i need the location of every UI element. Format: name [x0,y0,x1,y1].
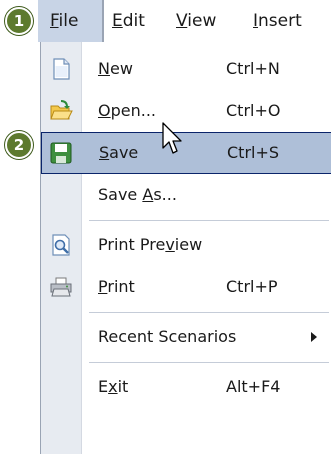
menu-bar: File Edit View Insert [0,0,331,42]
menu-item-exit-label: Exit [98,366,128,408]
menu-view-accesskey: V [176,11,188,31]
menu-item-print-preview-text: Print Pre [98,235,166,254]
step-marker-1: 1 [5,7,33,35]
menu-item-save[interactable]: Save Ctrl+S [41,132,331,174]
menu-item-save-text: ave [109,143,139,162]
menu-item-new-text: ew [109,59,133,78]
menu-item-exit-shortcut: Alt+F4 [226,377,281,396]
menu-item-print-shortcut: Ctrl+P [226,277,278,296]
menu-item-save-as[interactable]: Save As... [41,174,331,216]
menu-item-save-as-label: Save As... [98,174,177,216]
menu-item-save-label: Save [99,132,138,174]
open-folder-icon [50,100,73,120]
menu-file-accesskey: F [50,11,59,31]
menu-item-save-as-text-end: s... [153,185,177,204]
menu-item-open-accesskey: O [98,101,111,120]
menu-file-label: ile [58,11,79,31]
menu-separator [89,220,329,221]
menu-separator [89,312,329,313]
menu-edit-accesskey: E [112,11,123,31]
menu-item-exit[interactable]: Exit Alt+F4 [41,366,331,408]
menu-item-save-as-accesskey: A [142,185,154,204]
menu-item-recent-scenarios[interactable]: Recent Scenarios [41,316,331,358]
printer-icon [50,277,72,297]
menu-item-print-label: Print [98,266,135,308]
menu-edit-label: dit [122,11,145,31]
menu-file[interactable]: File [38,0,104,42]
menu-item-open-text: pen... [110,101,156,120]
menu-item-exit-text-end: it [117,377,129,396]
menu-item-print-accesskey: P [98,277,108,296]
step-marker-2: 2 [5,131,33,159]
menu-separator [89,362,329,363]
menu-item-open-shortcut: Ctrl+O [226,101,281,120]
menu-edit[interactable]: Edit [112,0,145,42]
file-dropdown-menu: New Ctrl+N Open... Ctrl+O Save Ctrl+S Sa… [40,42,331,454]
menu-item-open[interactable]: Open... Ctrl+O [41,90,331,132]
mouse-pointer-icon [162,122,182,154]
menu-item-save-shortcut: Ctrl+S [227,143,280,162]
save-disk-icon [50,142,72,164]
menu-item-print-preview-accesskey: v [165,235,175,254]
menu-item-recent-scenarios-label: Recent Scenarios [98,327,237,346]
menu-item-save-as-text: Save [98,185,143,204]
new-document-icon [53,58,70,80]
menu-item-print[interactable]: Print Ctrl+P [41,266,331,308]
menu-item-new[interactable]: New Ctrl+N [41,48,331,90]
menu-insert-label: nsert [258,11,302,31]
menu-item-exit-text: E [98,377,109,396]
menu-view[interactable]: View [176,0,216,42]
print-preview-icon [52,234,70,256]
menu-item-save-accesskey: S [99,143,110,162]
menu-insert[interactable]: Insert [253,0,302,42]
menu-item-open-label: Open... [98,90,156,132]
menu-item-print-preview-text-end: iew [174,235,203,254]
menu-item-exit-accesskey: x [108,377,118,396]
menu-item-print-text: rint [107,277,135,296]
menu-item-new-accesskey: N [98,59,110,78]
menu-item-new-label: New [98,48,133,90]
menu-item-print-preview-label: Print Preview [98,224,202,266]
menu-item-new-shortcut: Ctrl+N [226,59,280,78]
submenu-arrow-icon [311,332,317,342]
menu-item-print-preview[interactable]: Print Preview [41,224,331,266]
menu-view-label: iew [187,11,217,31]
